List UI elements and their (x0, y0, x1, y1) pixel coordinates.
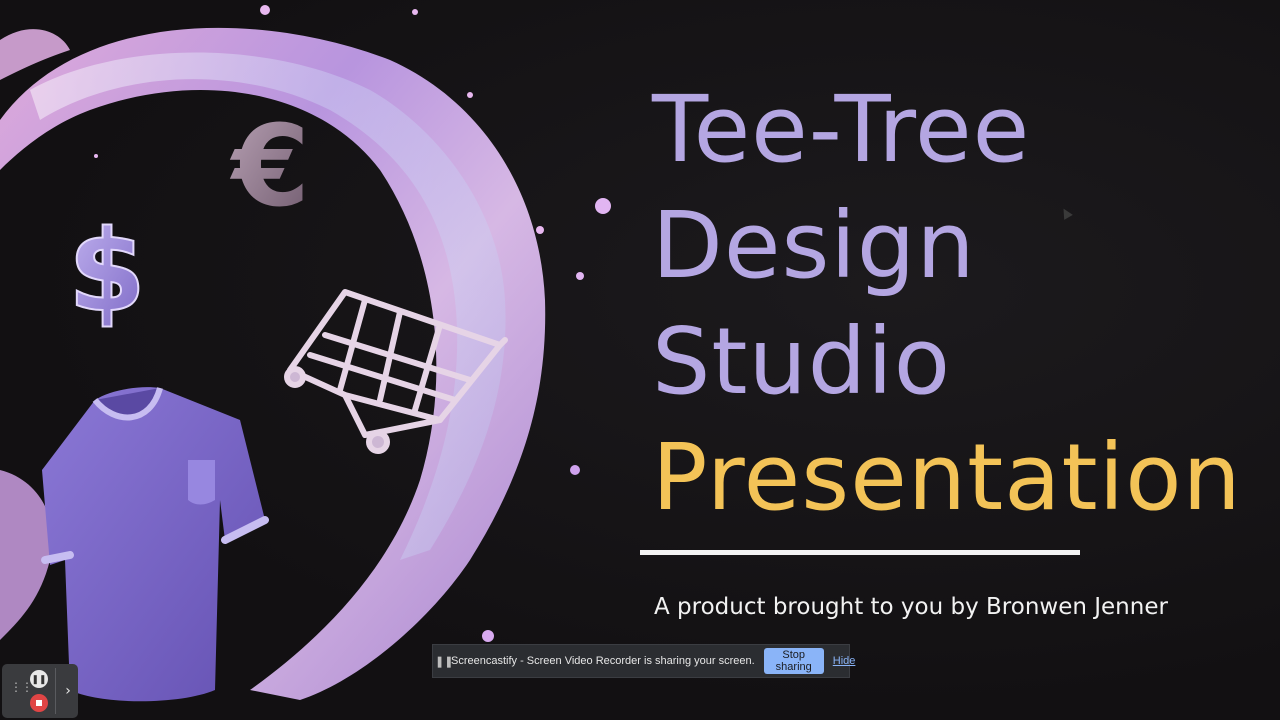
stop-square (36, 700, 42, 706)
title-line-accent: Presentation (652, 424, 1242, 531)
euro-icon: € (229, 102, 310, 232)
recorder-widget: ⋮⋮ ❚❚ › (2, 664, 78, 718)
title-line-2: Design (652, 192, 976, 299)
title-line-1: Tee-Tree (652, 76, 1031, 183)
pause-icon[interactable]: ❚❚ (30, 670, 48, 688)
chevron-right-icon[interactable]: › (60, 680, 76, 702)
stop-sharing-button[interactable]: Stop sharing (763, 648, 824, 674)
hero-artwork: € $ (0, 5, 611, 702)
screen-share-bar: ❚❚ Screencastify - Screen Video Recorder… (432, 644, 855, 678)
share-message: Screencastify - Screen Video Recorder is… (451, 655, 755, 667)
svg-text:$: $ (68, 207, 146, 337)
widget-divider (55, 668, 56, 714)
presentation-slide: € $ Tee-Tree Design Studio Presentation … (0, 0, 1280, 720)
slide-subtitle: A product brought to you by Bronwen Jenn… (654, 594, 1168, 620)
tshirt-icon (41, 387, 269, 702)
svg-text:€: € (229, 102, 310, 232)
stop-icon[interactable] (30, 694, 48, 712)
dollar-icon: $ (67, 206, 147, 338)
pause-grip-icon[interactable]: ❚❚ (435, 655, 453, 668)
title-line-3: Studio (652, 308, 952, 415)
hide-link[interactable]: Hide (833, 655, 856, 667)
mouse-cursor-icon (1059, 206, 1073, 220)
title-divider (640, 550, 1080, 555)
drag-handle-icon[interactable]: ⋮⋮ (10, 681, 33, 693)
